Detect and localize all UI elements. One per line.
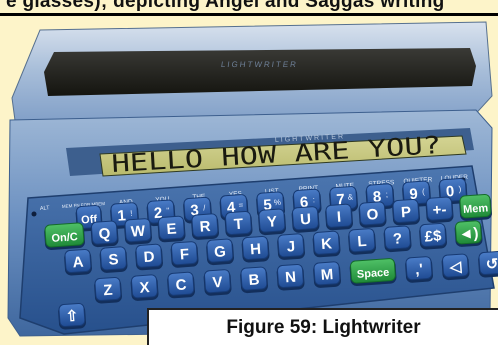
key-on-c[interactable]: On/C [44, 222, 86, 251]
key-k[interactable]: K [312, 230, 341, 258]
key-label: ◄) [458, 225, 479, 243]
key-label: F [179, 246, 189, 264]
alt-label: ALT [40, 205, 51, 212]
key-label: 1 [117, 207, 127, 225]
key-label: W [130, 223, 146, 241]
clear-key[interactable]: ↺ [478, 250, 498, 278]
key-sym[interactable]: £$ [419, 222, 448, 250]
key-label: Z [103, 282, 113, 300]
key-label: B [248, 271, 260, 289]
key-label: K [321, 235, 333, 253]
key-symbol: % [274, 198, 282, 207]
key-y[interactable]: Y [258, 208, 287, 236]
key-s[interactable]: S [99, 246, 128, 273]
key-label: P [400, 204, 411, 222]
key-label: C [175, 276, 187, 294]
key-label: Space [357, 267, 390, 281]
key-label: ↺ [485, 256, 498, 274]
key-b[interactable]: B [240, 266, 269, 294]
key-z[interactable]: Z [94, 276, 123, 304]
key-label: H [250, 241, 262, 259]
key-label: ? [392, 230, 402, 248]
key-mem[interactable]: Mem [459, 194, 493, 221]
speaker-key[interactable]: ◄) [454, 220, 483, 247]
indicator-light [31, 211, 37, 217]
key-label: G [214, 243, 227, 261]
key-label: V [212, 274, 223, 292]
key-sym[interactable]: ? [383, 225, 412, 253]
key-label: A [72, 254, 84, 272]
key-d[interactable]: D [135, 243, 164, 271]
key-label: ⇧ [65, 308, 79, 326]
key-label: M [320, 266, 334, 284]
key-x[interactable]: X [130, 274, 159, 301]
key-label: U [300, 211, 312, 229]
backspace-key[interactable]: ◁ [441, 253, 470, 281]
key-label: J [286, 238, 296, 256]
key-label: O [366, 206, 379, 224]
key-v[interactable]: V [203, 269, 232, 296]
key-label: R [199, 218, 211, 236]
key-a[interactable]: A [64, 248, 93, 276]
figure-caption: Figure 59: Lightwriter [226, 316, 421, 338]
key-g[interactable]: G [206, 238, 235, 266]
key-label: £$ [424, 227, 442, 245]
key-label: Q [98, 225, 111, 243]
key-label: D [143, 248, 155, 266]
figure-caption-box: Figure 59: Lightwriter [147, 308, 498, 345]
key-t[interactable]: T [224, 210, 253, 238]
key-p[interactable]: P [392, 198, 421, 226]
key-q[interactable]: Q [90, 220, 119, 248]
key-i[interactable]: I [325, 203, 354, 231]
key-label: Mem [463, 202, 489, 216]
key-sym[interactable]: +- [425, 196, 454, 224]
key-label: +- [432, 201, 447, 219]
key-space[interactable]: Space [349, 258, 397, 286]
lightwriter-photo: LIGHTWRITER LIGHTWRITER HELLO HOW ARE YO… [7, 21, 498, 337]
key-label: T [233, 216, 243, 234]
key-c[interactable]: C [167, 271, 196, 299]
key-label: On/C [51, 231, 78, 245]
key-e[interactable]: E [157, 215, 186, 243]
key-o[interactable]: O [358, 201, 387, 228]
shift-key[interactable]: ⇧ [58, 302, 87, 330]
rear-brand-label: LIGHTWRITER [220, 60, 298, 69]
key-j[interactable]: J [277, 233, 306, 260]
key-n[interactable]: N [276, 263, 305, 291]
key-label: Y [266, 213, 277, 231]
key-label: N [285, 269, 297, 287]
key-label: E [166, 220, 177, 238]
key-label: ,' [415, 261, 424, 278]
key-h[interactable]: H [241, 235, 270, 263]
key-m[interactable]: M [313, 261, 342, 288]
key-sym[interactable]: ,' [405, 256, 434, 283]
key-u[interactable]: U [291, 206, 320, 233]
key-l[interactable]: L [348, 228, 377, 255]
key-w[interactable]: W [124, 218, 153, 245]
key-r[interactable]: R [191, 213, 220, 240]
key-label: S [108, 251, 119, 269]
figure: e glasses); depicting Angel and Saggas w… [0, 0, 498, 345]
key-label: L [357, 233, 367, 251]
key-label: X [139, 279, 150, 297]
key-f[interactable]: F [170, 241, 199, 268]
key-label: ◁ [448, 258, 462, 276]
